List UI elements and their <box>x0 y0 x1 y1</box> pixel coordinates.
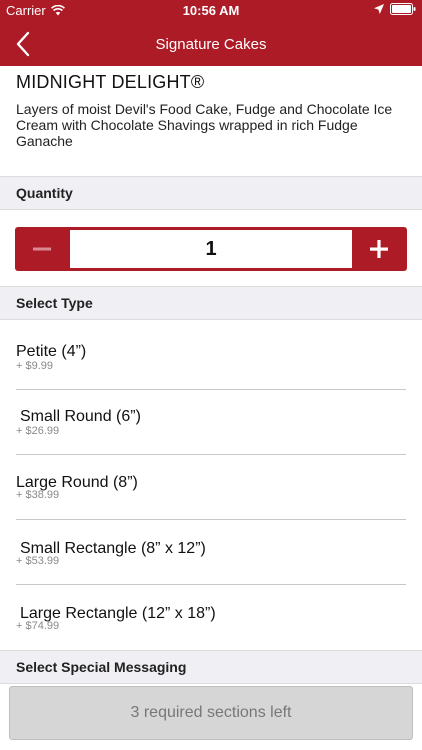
type-option-large-round[interactable]: Large Round (8”) + $38.99 <box>0 471 422 536</box>
status-bar: Carrier 10:56 AM <box>0 0 422 22</box>
decrement-button[interactable] <box>15 227 70 271</box>
location-arrow-icon <box>374 4 384 14</box>
plus-icon <box>370 240 388 258</box>
option-label: Small Round (6”) <box>20 408 141 425</box>
quantity-stepper: 1 <box>15 227 407 271</box>
option-label: Petite (4”) <box>16 343 87 360</box>
type-option-small-round[interactable]: Small Round (6”) + $26.99 <box>0 405 422 470</box>
navigation-bar: Signature Cakes <box>0 22 422 66</box>
product-name: MIDNIGHT DELIGHT® <box>16 72 205 92</box>
option-price: + $74.99 <box>16 620 60 632</box>
option-divider <box>16 454 406 455</box>
increment-button[interactable] <box>352 227 407 271</box>
status-time: 10:56 AM <box>182 3 240 18</box>
status-right-group <box>374 3 416 15</box>
option-price: + $26.99 <box>16 425 60 437</box>
minus-icon <box>33 247 51 251</box>
type-option-petite[interactable]: Petite (4”) + $9.99 <box>0 340 422 405</box>
special-messaging-section-header: Select Special Messaging <box>0 650 422 684</box>
nav-title: Signature Cakes <box>155 36 267 53</box>
required-sections-button[interactable]: 3 required sections left <box>9 686 413 740</box>
quantity-section-header: Quantity <box>0 176 422 210</box>
option-price: + $38.99 <box>16 489 60 501</box>
option-price: + $9.99 <box>16 360 54 372</box>
select-type-section-header: Select Type <box>0 286 422 320</box>
quantity-value[interactable]: 1 <box>70 230 352 268</box>
type-option-small-rectangle[interactable]: Small Rectangle (8” x 12”) + $53.99 <box>0 537 422 602</box>
option-divider <box>16 519 406 520</box>
option-price: + $53.99 <box>16 555 60 567</box>
product-description: Layers of moist Devil's Food Cake, Fudge… <box>16 101 393 149</box>
battery-icon <box>390 3 416 15</box>
option-divider <box>16 389 406 390</box>
option-divider <box>16 584 406 585</box>
